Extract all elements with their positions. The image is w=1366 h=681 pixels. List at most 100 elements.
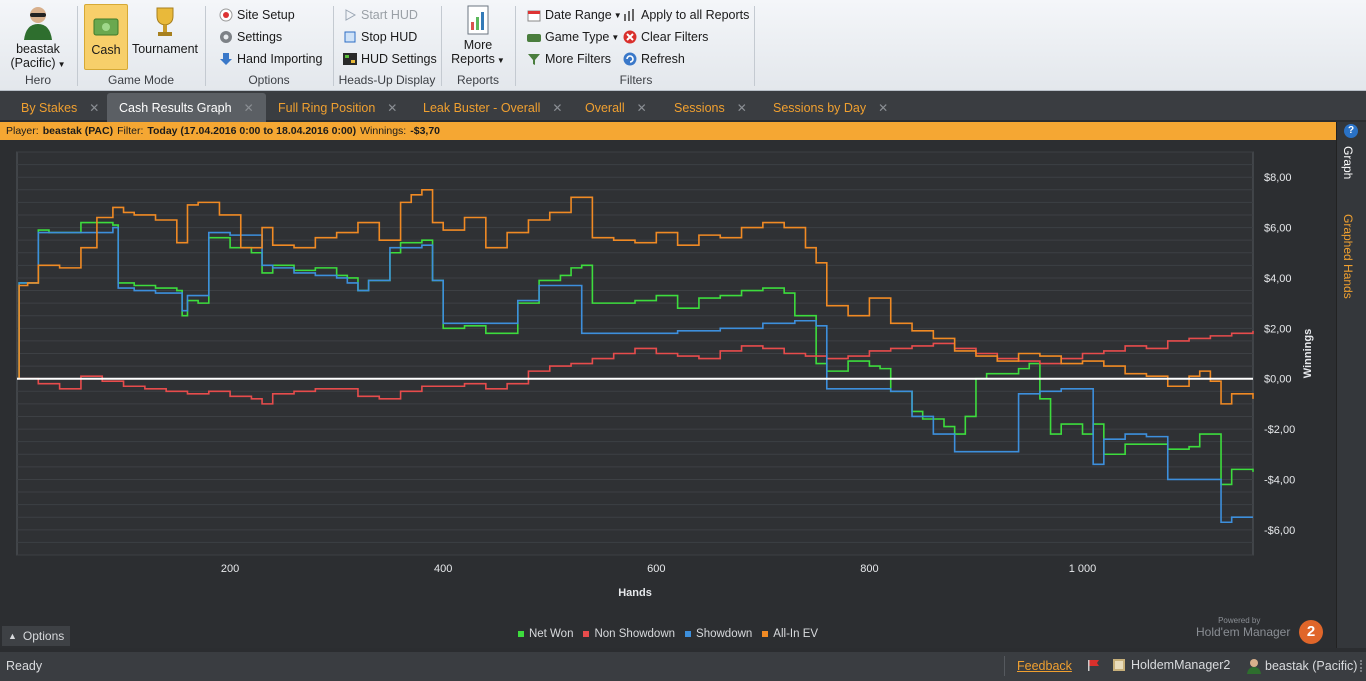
resize-grip[interactable] xyxy=(1356,660,1362,672)
refresh-button[interactable]: Refresh xyxy=(622,49,685,69)
calendar-icon xyxy=(526,8,541,23)
close-icon[interactable]: ✕ xyxy=(89,101,99,115)
legend-label: All-In EV xyxy=(773,628,819,640)
ribbon-separator xyxy=(754,6,755,86)
start-hud-button[interactable]: Start HUD xyxy=(342,5,418,25)
hud-group: Start HUD Stop HUD HUD Settings Heads-Up… xyxy=(334,0,440,90)
legend-item-showdown[interactable]: Showdown xyxy=(685,626,752,642)
start-hud-label: Start HUD xyxy=(361,8,418,22)
x-tick-label: 1 000 xyxy=(1069,563,1097,575)
y-tick-label: $8,00 xyxy=(1264,172,1292,184)
ribbon-toolbar: beastak (Pacific) ▼ Hero Cash Tournament … xyxy=(0,0,1366,91)
chart-legend: Net Won Non Showdown Showdown All-In EV xyxy=(0,626,1336,642)
hand-importing-label: Hand Importing xyxy=(237,52,323,66)
refresh-icon xyxy=(622,52,637,67)
site-setup-icon xyxy=(218,8,233,23)
x-tick-label: 400 xyxy=(434,563,452,575)
site-setup-button[interactable]: Site Setup xyxy=(218,5,295,25)
tab-label: Full Ring Position xyxy=(278,100,376,115)
legend-item-all-in-ev[interactable]: All-In EV xyxy=(762,626,818,642)
powered-by-branding: Powered by Hold'em Manager xyxy=(1196,616,1290,639)
settings-button[interactable]: Settings xyxy=(218,27,282,47)
settings-label: Settings xyxy=(237,30,283,44)
tab-label: By Stakes xyxy=(21,100,78,115)
dropdown-caret-icon: ▼ xyxy=(611,32,620,42)
tab-cash-results-graph[interactable]: Cash Results Graph ✕ xyxy=(107,93,266,122)
hm2-logo-icon: 2 xyxy=(1299,620,1323,644)
report-tab-bar: By Stakes ✕ Cash Results Graph ✕ Full Ring… xyxy=(0,91,1366,122)
app-name-item[interactable]: HoldemManager2 xyxy=(1112,658,1230,672)
close-icon[interactable]: ✕ xyxy=(244,101,254,115)
close-icon[interactable]: ✕ xyxy=(878,101,888,115)
clear-filters-button[interactable]: Clear Filters xyxy=(622,27,708,47)
flag-icon[interactable] xyxy=(1088,660,1100,671)
status-divider xyxy=(1004,656,1005,676)
x-axis-ticks: 200 400 600 800 1 000 xyxy=(221,563,1096,575)
winnings-value: -$3,70 xyxy=(410,125,441,137)
legend-swatch xyxy=(583,631,590,637)
hand-importing-button[interactable]: Hand Importing xyxy=(218,49,322,69)
game-mode-group-label: Game Mode xyxy=(107,73,175,87)
tab-label: Sessions by Day xyxy=(773,100,867,115)
player-value: beastak (PAC) xyxy=(42,125,114,137)
hud-settings-button[interactable]: HUD Settings xyxy=(342,49,437,69)
y-tick-label: $0,00 xyxy=(1264,374,1292,386)
apply-all-icon xyxy=(622,8,637,23)
tab-label: Overall xyxy=(585,100,625,115)
x-tick-label: 200 xyxy=(221,563,239,575)
x-axis-title: Hands xyxy=(618,587,652,599)
user-avatar-icon xyxy=(1247,659,1261,674)
tab-leak-buster-overall[interactable]: Leak Buster - Overall ✕ xyxy=(411,93,574,122)
more-reports-button[interactable]: More Reports ▼ xyxy=(448,4,508,66)
feedback-link[interactable]: Feedback xyxy=(1017,659,1072,673)
game-mode-group: Cash Tournament Game Mode xyxy=(78,0,204,90)
close-icon[interactable]: ✕ xyxy=(737,101,747,115)
tab-overall[interactable]: Overall ✕ xyxy=(573,93,659,122)
y-axis-ticks: $8,00 $6,00 $4,00 $2,00 $0,00 -$2,00 -$4,00 -$6… xyxy=(1264,172,1295,537)
date-range-button[interactable]: Date Range ▼ xyxy=(526,5,622,25)
y-tick-label: $6,00 xyxy=(1264,223,1292,235)
close-icon[interactable]: ✕ xyxy=(387,101,397,115)
game-type-button[interactable]: Game Type ▼ xyxy=(526,27,619,47)
more-filters-button[interactable]: More Filters xyxy=(526,49,611,69)
legend-item-non-showdown[interactable]: Non Showdown xyxy=(583,626,675,642)
filter-label: Filter: xyxy=(117,125,144,137)
current-user-label: beastak (Pacific) xyxy=(1265,659,1358,673)
tab-sessions[interactable]: Sessions ✕ xyxy=(662,93,759,122)
cash-mode-button[interactable]: Cash xyxy=(84,4,128,70)
cash-money-icon xyxy=(93,18,119,36)
trophy-icon xyxy=(156,7,174,36)
close-icon[interactable]: ✕ xyxy=(552,101,562,115)
tournament-mode-button[interactable]: Tournament xyxy=(130,4,200,56)
close-icon[interactable]: ✕ xyxy=(637,101,647,115)
side-tab-graphed-hands[interactable]: Graphed Hands xyxy=(1341,214,1355,299)
apply-to-all-reports-button[interactable]: Apply to all Reports xyxy=(622,5,749,25)
y-axis-title: Winnings xyxy=(1302,329,1314,378)
status-bar: Ready Feedback HoldemManager2 beastak (P… xyxy=(0,652,1366,681)
filters-group: Date Range ▼ Game Type ▼ More Filters Appl… xyxy=(516,0,756,90)
filters-group-label: Filters xyxy=(619,73,653,87)
hero-selector[interactable]: beastak (Pacific) ▼ xyxy=(8,4,68,70)
filter-icon xyxy=(526,52,541,67)
legend-item-net-won[interactable]: Net Won xyxy=(517,626,573,642)
side-panel: ? Graph Graphed Hands xyxy=(1336,122,1366,648)
tab-label: Sessions xyxy=(674,100,725,115)
filter-summary-bar: Player: beastak (PAC) Filter: Today (17.… xyxy=(0,122,1336,140)
tab-sessions-by-day[interactable]: Sessions by Day ✕ xyxy=(761,93,900,122)
clear-x-icon xyxy=(622,30,637,45)
stop-hud-button[interactable]: Stop HUD xyxy=(342,27,417,47)
app-name-label: HoldemManager2 xyxy=(1131,658,1231,672)
more-reports-label-line1: More xyxy=(463,38,493,52)
hud-group-label: Heads-Up Display xyxy=(338,73,436,87)
site-setup-label: Site Setup xyxy=(237,8,295,22)
options-group-label: Options xyxy=(248,73,290,87)
clear-filters-label: Clear Filters xyxy=(641,30,709,44)
side-tab-graph[interactable]: Graph xyxy=(1341,146,1355,179)
current-user-item[interactable]: beastak (Pacific) xyxy=(1247,658,1357,674)
tab-full-ring-position[interactable]: Full Ring Position ✕ xyxy=(266,93,409,122)
help-icon[interactable]: ? xyxy=(1344,124,1358,138)
hud-settings-icon xyxy=(342,52,357,67)
tournament-mode-label: Tournament xyxy=(131,42,198,56)
tab-by-stakes[interactable]: By Stakes ✕ xyxy=(9,93,111,122)
dropdown-caret-icon: ▼ xyxy=(496,56,505,65)
